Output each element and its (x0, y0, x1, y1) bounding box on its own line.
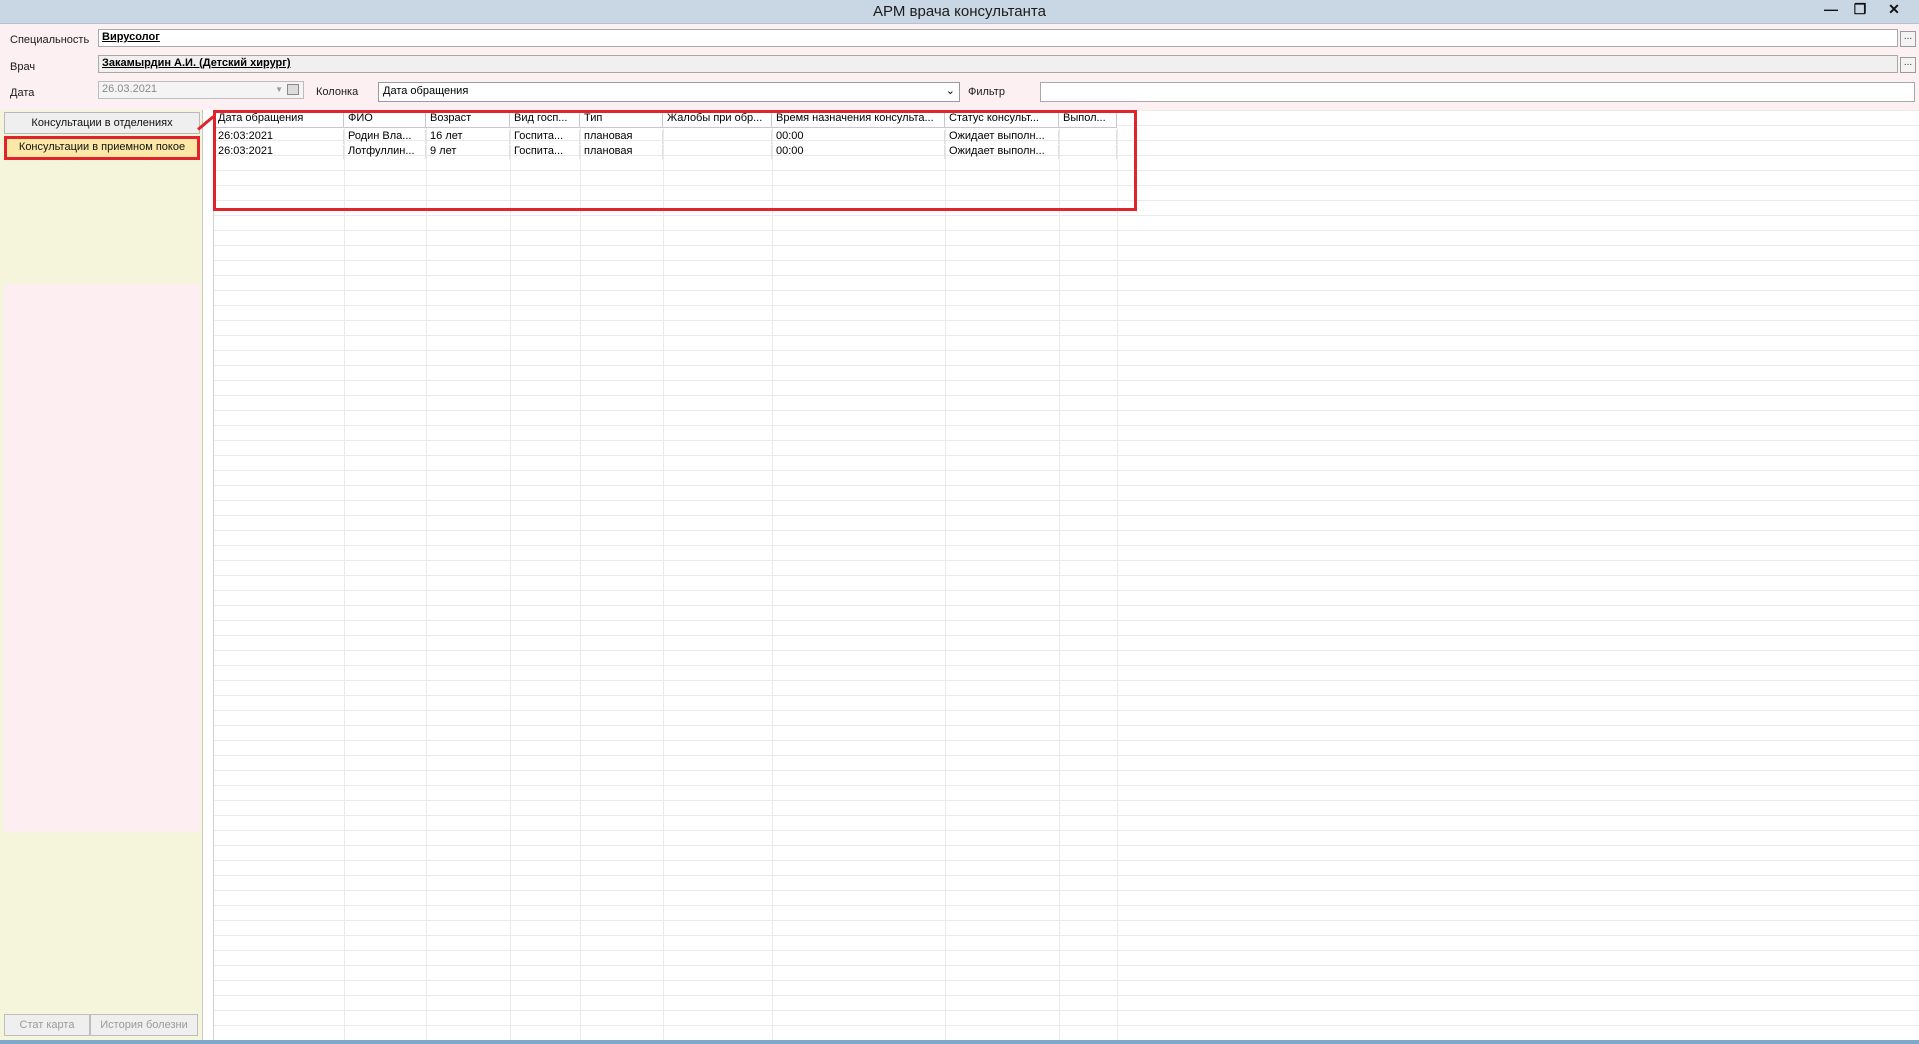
grid-lines (214, 110, 1919, 1042)
doctor-label: Врач (10, 61, 36, 73)
sidebar-item-ward-consultations[interactable]: Консультации в отделениях (4, 112, 200, 134)
column-divider (945, 128, 946, 1042)
doctor-ellipsis-button[interactable]: ... (1900, 57, 1916, 73)
sidebar: Консультации в отделениях Консультации в… (0, 110, 203, 1042)
column-divider (663, 128, 664, 1042)
column-label: Колонка (316, 86, 359, 98)
consultations-table: Дата обращения ФИО Возраст Вид госп... Т… (213, 110, 1919, 1042)
column-select[interactable]: Дата обращения ⌄ (378, 82, 960, 102)
column-divider (344, 128, 345, 1042)
restore-icon[interactable]: ❐ (1845, 0, 1875, 20)
filter-input[interactable] (1040, 82, 1915, 102)
column-divider (1117, 128, 1118, 1042)
date-label: Дата (10, 87, 35, 99)
title-bar: АРМ врача консультанта — ❐ ✕ (0, 0, 1919, 24)
specialty-label: Специальность (10, 34, 90, 46)
date-picker[interactable]: 26.03.2021 ▼ (98, 81, 304, 99)
column-divider (580, 128, 581, 1042)
chevron-down-icon: ⌄ (945, 85, 955, 97)
dropdown-arrow-icon: ▼ (275, 85, 283, 94)
calendar-icon[interactable] (287, 84, 299, 95)
specialty-ellipsis-button[interactable]: ... (1900, 31, 1916, 47)
medical-history-button[interactable]: История болезни (90, 1014, 198, 1036)
highlight-frame (213, 110, 1137, 211)
filter-panel: Специальность Вирусолог ... Врач Закамыр… (0, 24, 1919, 110)
filter-label: Фильтр (968, 86, 1005, 98)
window-title: АРМ врача консультанта (873, 3, 1046, 20)
column-select-value: Дата обращения (383, 85, 469, 97)
column-divider (1059, 128, 1060, 1042)
specialty-field[interactable]: Вирусолог (98, 29, 1898, 47)
column-divider (426, 128, 427, 1042)
column-divider (772, 128, 773, 1042)
date-value: 26.03.2021 (102, 83, 158, 95)
close-icon[interactable]: ✕ (1874, 0, 1914, 20)
status-bar (0, 1040, 1919, 1044)
sidebar-empty-area (4, 284, 200, 832)
minimize-icon[interactable]: — (1816, 0, 1846, 20)
stat-card-button[interactable]: Стат карта (4, 1014, 90, 1036)
column-divider (510, 128, 511, 1042)
doctor-field[interactable]: Закамырдин А.И. (Детский хирург) (98, 55, 1898, 73)
sidebar-item-admission-consultations[interactable]: Консультации в приемном покое (4, 136, 200, 160)
